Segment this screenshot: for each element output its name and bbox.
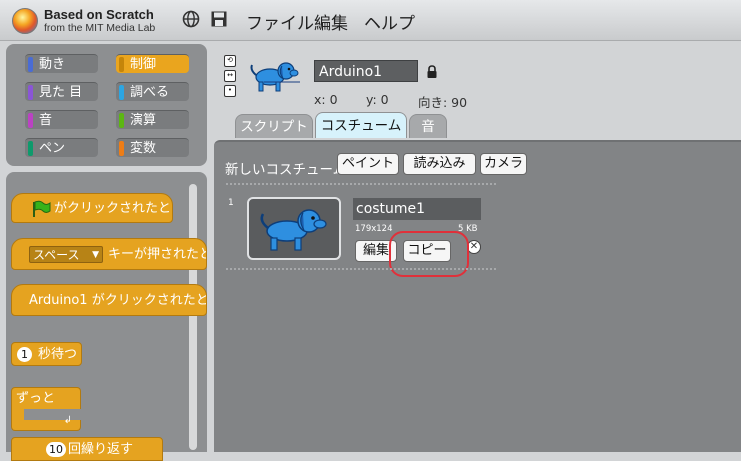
camera-button[interactable]: カメラ [480,153,527,175]
sprite-x-coordinate: x: 0 [314,92,338,107]
menu-file[interactable]: ファイル [246,9,314,34]
tab-sounds[interactable]: 音 [409,114,447,138]
delete-costume-icon[interactable]: ✕ [467,240,481,254]
category-color-bar [28,85,33,100]
block-label: ずっと [16,391,56,406]
copy-button-highlight-circle [389,231,469,277]
scratch-logo-icon [12,8,38,34]
category-label: ペン [39,141,66,156]
category-variables[interactable]: 変数 [116,138,189,157]
menu-edit[interactable]: 編集 [314,9,348,34]
sprite-name-field[interactable]: Arduino1 [314,60,418,82]
dropdown-arrow-icon: ▼ [92,250,99,260]
rotate-all-around-icon[interactable]: ⟲ [224,55,236,67]
category-label: 動き [39,57,66,72]
menu-help[interactable]: ヘルプ [364,9,415,34]
tab-scripts[interactable]: スクリプト [235,114,313,138]
category-color-bar [119,141,124,156]
category-operators[interactable]: 演算 [116,110,189,129]
block-when-sprite-clicked[interactable]: Arduino1 がクリックされたとき [11,284,207,316]
costume-name-field[interactable]: costume1 [353,198,481,220]
category-label: 音 [39,113,53,128]
block-when-key-pressed[interactable]: スペース ▼ キーが押されたとき [11,238,207,270]
category-label: 変数 [130,141,157,156]
forever-block-bottom: ↲ [11,415,81,431]
costume-thumbnail[interactable] [247,197,341,260]
new-costume-label: 新しいコスチューム [225,162,347,178]
logo-title: Based on Scratch [44,7,154,22]
save-disk-icon[interactable] [210,10,228,28]
block-when-flag-clicked[interactable]: がクリックされたとき [11,193,173,223]
category-label: 演算 [130,113,157,128]
category-color-bar [119,85,124,100]
no-rotate-icon[interactable]: • [224,85,236,97]
category-pen[interactable]: ペン [25,138,98,157]
category-looks[interactable]: 見た 目 [25,82,98,101]
divider [226,183,496,185]
category-color-bar [28,113,33,128]
logo-subtitle: from the MIT Media Lab [44,22,156,34]
category-color-bar [119,113,124,128]
category-label: 見た 目 [39,85,83,100]
import-button[interactable]: 読み込み [403,153,476,175]
rotate-left-right-icon[interactable]: ↔ [224,70,236,82]
dog-costume-icon [260,209,327,251]
tab-costumes[interactable]: コスチューム [315,112,407,138]
divider [226,268,496,270]
block-label: 秒待つ [38,347,78,362]
category-color-bar [28,141,33,156]
block-forever[interactable]: ずっと [11,387,81,409]
category-color-bar [119,57,124,72]
green-flag-icon [33,200,51,217]
wait-seconds-input[interactable]: 1 [17,347,32,362]
block-wait-seconds[interactable]: 1 秒待つ [11,342,82,366]
key-dropdown-value: スペース [33,248,80,262]
lock-icon[interactable] [426,65,438,79]
sprite-thumbnail-dog-icon [250,62,300,92]
category-sound[interactable]: 音 [25,110,98,129]
costume-dimensions: 179x124 [355,224,393,234]
key-dropdown[interactable]: スペース ▼ [29,246,103,263]
rotation-style-buttons: ⟲ ↔ • [224,55,236,100]
palette-scrollbar[interactable] [189,184,197,450]
sprite-y-coordinate: y: 0 [366,92,389,107]
category-label: 制御 [130,57,157,72]
block-label: がクリックされたとき [54,201,173,216]
category-motion[interactable]: 動き [25,54,98,73]
block-label: Arduino1 がクリックされたとき [29,293,207,308]
category-color-bar [28,57,33,72]
paint-button[interactable]: ペイント [337,153,399,175]
category-label: 調べる [130,85,170,100]
block-label: キーが押されたとき [108,247,206,262]
category-sensing[interactable]: 調べる [116,82,189,101]
category-control[interactable]: 制御 [116,54,189,73]
globe-icon[interactable] [182,10,200,28]
costumes-panel [214,140,741,452]
block-repeat[interactable]: 10 回繰り返す [11,437,163,461]
loop-arrow-icon: ↲ [63,415,72,426]
costume-number: 1 [228,198,234,208]
sprite-direction: 向き: 90 [418,95,468,110]
